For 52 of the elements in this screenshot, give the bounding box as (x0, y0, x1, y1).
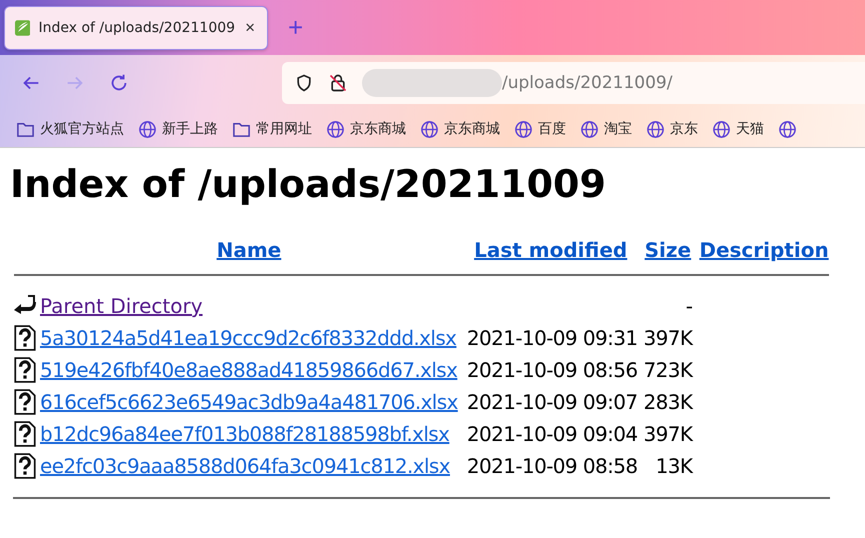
file-size: 13K (656, 454, 692, 478)
unknown-file-icon (13, 389, 37, 415)
bookmark-item[interactable]: 京东 (646, 120, 698, 138)
modified-date: 2021-10-09 08:58 (466, 454, 638, 478)
file-size: - (686, 294, 692, 318)
modified-date: 2021-10-09 08:56 (466, 358, 638, 382)
modified-date: 2021-10-09 09:04 (466, 422, 638, 446)
globe-icon (712, 120, 731, 138)
bookmark-item[interactable] (778, 120, 797, 138)
url-text: /uploads/20211009/ (502, 73, 672, 93)
file-link[interactable]: 5a30124a5d41ea19ccc9d2c6f8332ddd.xlsx (40, 326, 456, 350)
modified-date: 2021-10-09 09:07 (466, 390, 638, 414)
globe-icon (514, 120, 533, 138)
bookmark-item[interactable]: 常用网址 (232, 120, 312, 138)
bookmark-item[interactable]: 京东商城 (420, 120, 500, 138)
bookmark-item[interactable]: 新手上路 (138, 120, 218, 138)
file-link[interactable]: 616cef5c6623e6549ac3db9a4a481706.xlsx (40, 390, 458, 414)
unknown-file-icon (13, 357, 37, 383)
browser-tab[interactable]: Index of /uploads/20211009 × (4, 6, 268, 50)
leaf-icon (15, 18, 30, 38)
page-heading: Index of /uploads/20211009 (10, 162, 607, 206)
globe-icon (646, 120, 665, 138)
column-header-link[interactable]: Name (216, 238, 282, 262)
unknown-file-icon (13, 325, 37, 351)
bookmark-item[interactable]: 淘宝 (580, 120, 632, 138)
column-header-link[interactable]: Description (699, 238, 829, 262)
bookmark-item[interactable]: 天猫 (712, 120, 764, 138)
file-size: 723K (643, 358, 692, 382)
address-bar[interactable]: /uploads/20211009/ (282, 62, 865, 104)
crossed-lock-icon[interactable] (328, 73, 348, 93)
file-link[interactable]: 519e426fbf40e8ae888ad41859866d67.xlsx (40, 358, 458, 382)
globe-icon (138, 120, 157, 138)
globe-icon (580, 120, 599, 138)
unknown-file-icon (13, 453, 37, 479)
file-size: 397K (643, 326, 692, 350)
bookmark-item[interactable]: 火狐官方站点 (16, 120, 124, 138)
modified-date: 2021-10-09 09:31 (466, 326, 638, 350)
globe-icon (778, 120, 797, 138)
file-link[interactable]: ee2fc03c9aaa8588d064fa3c0941c812.xlsx (40, 454, 450, 478)
bookmark-item[interactable]: 京东商城 (326, 120, 406, 138)
column-header-link[interactable]: Size (644, 238, 692, 262)
globe-icon (420, 120, 439, 138)
bookmark-item[interactable]: 百度 (514, 120, 566, 138)
close-tab-button[interactable]: × (243, 18, 257, 38)
file-size: 283K (643, 390, 692, 414)
tab-title: Index of /uploads/20211009 (38, 20, 236, 36)
unknown-file-icon (13, 421, 37, 447)
column-header-link[interactable]: Last modified (474, 238, 628, 262)
file-size: 397K (643, 422, 692, 446)
file-link[interactable]: Parent Directory (40, 294, 203, 318)
globe-icon (326, 120, 345, 138)
file-link[interactable]: b12dc96a84ee7f013b088f28188598bf.xlsx (40, 422, 450, 446)
